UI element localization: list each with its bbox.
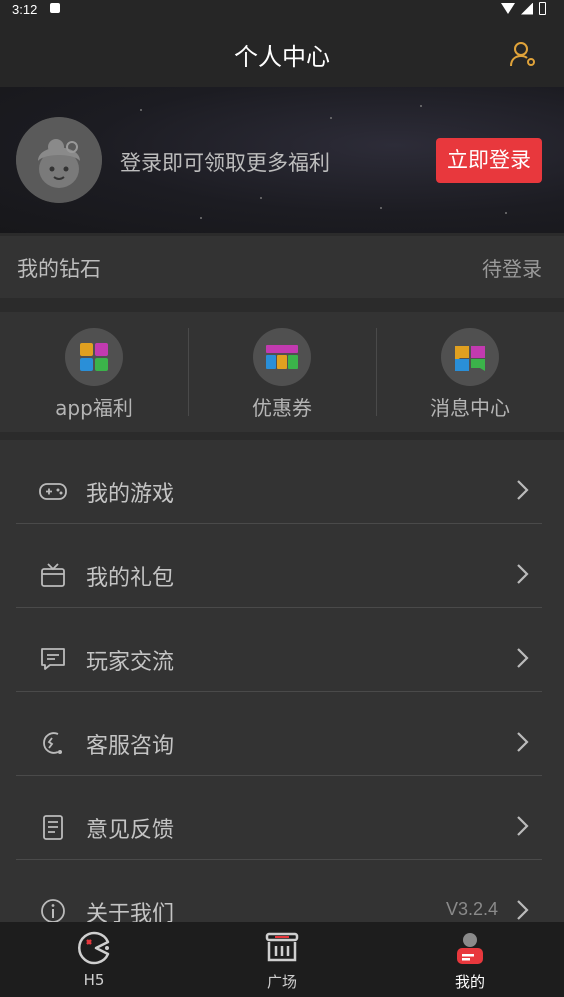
battery-icon: [539, 2, 546, 15]
notification-icon: [50, 3, 60, 13]
diamonds-label: 我的钻石: [17, 257, 101, 281]
chevron-right-icon: [517, 564, 529, 584]
menu-item-feedback[interactable]: 意见反馈: [16, 776, 542, 860]
tab-h5[interactable]: H5: [0, 922, 188, 997]
status-icons: [501, 2, 546, 15]
coupon-icon: [253, 328, 311, 386]
menu-item-label: 关于我们: [86, 902, 175, 922]
tab-square[interactable]: 广场: [188, 922, 376, 997]
chevron-right-icon: [517, 732, 529, 752]
app-version: V3.2.4: [445, 899, 498, 919]
info-icon: [41, 899, 65, 922]
profile-icon: [457, 933, 483, 964]
chat-icon: [41, 648, 65, 670]
square-icon: [265, 932, 299, 962]
chevron-right-icon: [517, 900, 529, 920]
menu-item-label: 我的礼包: [86, 566, 175, 591]
title-bar: 个人中心: [0, 20, 564, 87]
menu-item-label: 我的游戏: [86, 482, 175, 507]
login-banner: 登录即可领取更多福利 立即登录: [0, 87, 564, 233]
chevron-right-icon: [517, 480, 529, 500]
status-time: 3:12: [12, 2, 38, 17]
tab-mine[interactable]: 我的: [376, 922, 564, 997]
quick-action-message-center[interactable]: 消息中心: [376, 312, 564, 432]
wifi-icon: [501, 3, 515, 14]
menu-list: 我的游戏 我的礼包 玩家交流 客服咨询 意见反馈 关于我们 V3.2.4: [0, 440, 564, 922]
headset-icon: [43, 732, 62, 754]
quick-action-label: app福利: [55, 396, 133, 420]
menu-item-label: 玩家交流: [86, 650, 175, 675]
tab-label: 我的: [454, 973, 485, 991]
menu-item-player-chat[interactable]: 玩家交流: [16, 608, 542, 692]
gift-icon: [41, 563, 65, 587]
tab-label: 广场: [266, 973, 297, 991]
feedback-icon: [43, 815, 63, 840]
user-settings-icon[interactable]: [508, 39, 538, 69]
signal-icon: [521, 2, 533, 15]
login-button[interactable]: 立即登录: [436, 138, 542, 183]
menu-item-my-games[interactable]: 我的游戏: [16, 440, 542, 524]
menu-item-label: 客服咨询: [86, 734, 175, 759]
page-title: 个人中心: [234, 43, 330, 71]
tab-label: H5: [83, 971, 105, 989]
chevron-right-icon: [517, 816, 529, 836]
default-avatar-icon: [16, 117, 102, 203]
message-center-icon: [441, 328, 499, 386]
status-bar: 3:12: [0, 0, 564, 20]
menu-item-about-us[interactable]: 关于我们 V3.2.4: [16, 860, 542, 922]
gamepad-icon: [39, 483, 67, 500]
login-promo-text: 登录即可领取更多福利: [120, 151, 330, 175]
quick-action-app-welfare[interactable]: app福利: [0, 312, 188, 432]
quick-actions: app福利 优惠券 消息中心: [0, 312, 564, 432]
menu-item-my-gifts[interactable]: 我的礼包: [16, 524, 542, 608]
app-welfare-icon: [65, 328, 123, 386]
h5-icon: [78, 931, 110, 965]
menu-item-customer-service[interactable]: 客服咨询: [16, 692, 542, 776]
bottom-tab-bar: H5 广场 我的: [0, 922, 564, 997]
quick-action-label: 消息中心: [430, 396, 510, 420]
quick-action-coupon[interactable]: 优惠券: [188, 312, 376, 432]
diamonds-row[interactable]: 我的钻石 待登录: [0, 236, 564, 298]
avatar[interactable]: [16, 117, 102, 203]
menu-item-label: 意见反馈: [86, 818, 175, 843]
quick-action-label: 优惠券: [252, 396, 312, 420]
chevron-right-icon: [517, 648, 529, 668]
diamonds-status: 待登录: [482, 257, 542, 281]
